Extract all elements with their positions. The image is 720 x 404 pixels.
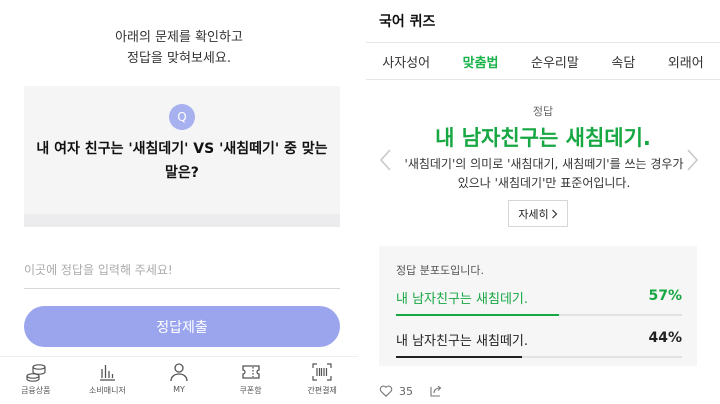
answer-distribution-panel: 정답 분포도입니다. 내 남자친구는 새침데기. 57% 내 남자친구는 새침떼… xyxy=(379,246,697,366)
tab-coupons[interactable]: 쿠폰함 xyxy=(215,357,287,404)
tab-proverbs[interactable]: 속담 xyxy=(607,52,639,71)
tab-spending-manager[interactable]: 소비매니저 xyxy=(72,357,144,404)
option-progress-fill xyxy=(396,314,560,316)
chevron-left-icon[interactable] xyxy=(378,148,394,172)
ticket-icon xyxy=(241,365,260,379)
distribution-option-wrong: 내 남자친구는 새침떼기. 44% xyxy=(396,330,682,360)
question-text: 내 여자 친구는 '새침데기' VS '새침떼기' 중 맞는 말은? xyxy=(36,141,328,181)
tab-my[interactable]: MY xyxy=(143,357,215,404)
answer-label: 정답 xyxy=(532,105,554,118)
tab-loanwords[interactable]: 외래어 xyxy=(664,52,708,71)
quiz-question-screen: 아래의 문제를 확인하고 정답을 맞혀보세요. Q 내 여자 친구는 '새침데기… xyxy=(0,0,358,404)
panel-divider xyxy=(358,0,366,404)
tab-four-character-idioms[interactable]: 사자성어 xyxy=(378,52,434,71)
distribution-option-correct: 내 남자친구는 새침데기. 57% xyxy=(396,288,682,318)
like-count: 35 xyxy=(399,384,413,398)
question-badge: Q xyxy=(169,104,195,130)
correct-answer: 내 남자친구는 새침데기. xyxy=(435,126,651,150)
instruction-line-1: 아래의 문제를 확인하고 xyxy=(115,30,243,45)
share-icon[interactable] xyxy=(429,384,443,398)
question-card-footer xyxy=(24,214,340,227)
tab-label: 간편결제 xyxy=(307,386,337,395)
tab-spelling[interactable]: 맞춤법 xyxy=(459,52,503,71)
coins-icon xyxy=(26,364,46,382)
person-icon xyxy=(170,363,188,382)
option-percent: 57% xyxy=(648,288,682,304)
heart-icon[interactable] xyxy=(379,384,393,398)
submit-answer-button[interactable]: 정답제출 xyxy=(24,306,340,347)
action-footer: 35 xyxy=(379,382,443,400)
instruction-line-2: 정답을 맞혀보세요. xyxy=(127,51,231,66)
page-title: 국어 퀴즈 xyxy=(379,14,436,30)
bar-chart-icon xyxy=(100,365,116,381)
answer-description: '새침데기'의 의미로 '새침대기, 새침떼기'를 쓰는 경우가 있으나 '새침… xyxy=(404,157,684,190)
option-progress-track xyxy=(396,314,682,316)
tab-pure-korean[interactable]: 순우리말 xyxy=(527,52,583,71)
tab-label: MY xyxy=(173,385,185,394)
tab-financial-products[interactable]: 금융상품 xyxy=(0,357,72,404)
option-text: 내 남자친구는 새침데기. xyxy=(396,292,528,307)
option-text: 내 남자친구는 새침떼기. xyxy=(396,334,528,349)
tab-easy-payment[interactable]: 간편결제 xyxy=(286,357,358,404)
option-progress-track xyxy=(396,356,682,358)
tab-label: 쿠폰함 xyxy=(239,386,262,395)
tab-label: 소비매니저 xyxy=(88,386,126,395)
answer-input[interactable] xyxy=(24,252,340,289)
more-details-label: 자세히 xyxy=(518,207,549,221)
option-percent: 44% xyxy=(648,330,682,346)
tab-label: 금융상품 xyxy=(21,386,51,395)
more-details-button[interactable]: 자세히 xyxy=(508,200,568,227)
category-tabs: 사자성어 맞춤법 순우리말 속담 외래어 xyxy=(366,42,720,80)
bottom-tab-bar: 금융상품 소비매니저 MY 쿠폰함 간편결제 xyxy=(0,356,358,404)
barcode-icon xyxy=(312,363,332,381)
option-progress-fill xyxy=(396,356,522,358)
quiz-result-screen: 국어 퀴즈 사자성어 맞춤법 순우리말 속담 외래어 정답 내 남자친구는 새침… xyxy=(366,0,720,404)
distribution-title: 정답 분포도입니다. xyxy=(396,264,484,277)
chevron-right-icon xyxy=(551,209,558,218)
instruction-text: 아래의 문제를 확인하고 정답을 맞혀보세요. xyxy=(0,27,358,69)
